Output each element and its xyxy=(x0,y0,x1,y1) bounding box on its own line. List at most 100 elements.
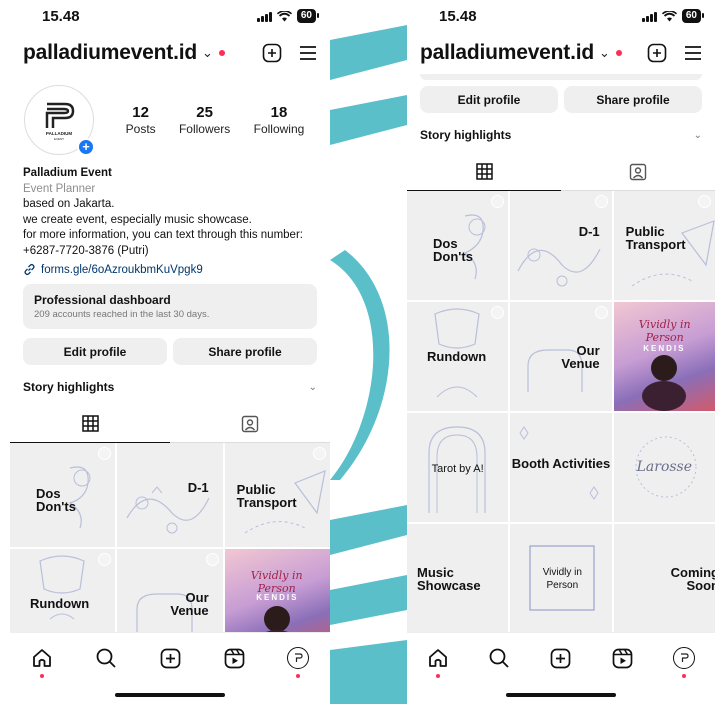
nav-profile[interactable] xyxy=(670,644,698,678)
profile-header: palladiumevent.id ⌄ xyxy=(10,32,330,74)
link-icon xyxy=(24,263,35,276)
battery-icon: 60 xyxy=(681,9,705,23)
story-highlights-label: Story highlights xyxy=(420,128,512,142)
create-button[interactable] xyxy=(262,43,282,63)
edit-profile-button[interactable]: Edit profile xyxy=(420,86,558,113)
select-circle[interactable] xyxy=(313,447,326,460)
grid-icon xyxy=(81,415,99,432)
menu-button[interactable] xyxy=(298,44,318,62)
profile-header: palladiumevent.id ⌄ xyxy=(407,32,715,74)
nav-create[interactable] xyxy=(547,644,575,672)
share-profile-button[interactable]: Share profile xyxy=(173,338,317,365)
notification-dot xyxy=(682,674,687,678)
post-tile[interactable]: Tarot by A! xyxy=(407,413,509,522)
chevron-down-icon: ⌄ xyxy=(308,381,317,393)
search-icon xyxy=(96,648,116,668)
post-title: D-1 xyxy=(578,224,600,239)
nav-home[interactable] xyxy=(424,644,452,678)
status-bar: 15.48 60 xyxy=(407,0,715,32)
post-title: Our Venue xyxy=(561,343,600,371)
hamburger-icon xyxy=(300,46,316,60)
nav-reels[interactable] xyxy=(609,644,637,672)
username[interactable]: palladiumevent.id xyxy=(23,41,197,65)
post-tile[interactable]: Public Transport xyxy=(613,191,715,300)
select-circle[interactable] xyxy=(205,553,219,566)
bio-line: based on Jakarta. xyxy=(23,198,115,210)
story-highlights-toggle[interactable]: Story highlights ⌄ xyxy=(10,369,330,405)
stat-followers[interactable]: 25 Followers xyxy=(179,104,230,136)
select-circle[interactable] xyxy=(698,195,711,208)
nav-search[interactable] xyxy=(92,644,120,672)
share-profile-button[interactable]: Share profile xyxy=(564,86,702,113)
post-tile[interactable]: Our Venue xyxy=(510,302,612,411)
post-title: Rundown xyxy=(30,596,90,611)
plus-square-icon xyxy=(262,43,282,63)
nav-home[interactable] xyxy=(28,644,56,678)
profile-link[interactable]: forms.gle/6oAzroukbmKuVpgk9 xyxy=(10,259,330,276)
post-title: Rundown xyxy=(427,349,487,364)
stat-posts[interactable]: 12 Posts xyxy=(126,104,156,136)
post-tile[interactable]: Vividly in Person KENDIS xyxy=(613,302,715,411)
signal-icon xyxy=(256,11,272,22)
edit-profile-button[interactable]: Edit profile xyxy=(23,338,167,365)
add-story-icon[interactable]: + xyxy=(77,138,95,156)
post-title: Larosse xyxy=(636,459,693,475)
nav-reels[interactable] xyxy=(220,644,248,672)
chevron-down-icon[interactable]: ⌄ xyxy=(599,45,610,61)
profile-stats: 12 Posts 25 Followers 18 Following xyxy=(114,104,316,136)
post-tile[interactable]: Booth Activities xyxy=(510,413,612,522)
hamburger-icon xyxy=(685,46,701,60)
nav-profile[interactable] xyxy=(284,644,312,678)
professional-dashboard[interactable]: Professional dashboard 209 accounts reac… xyxy=(23,284,317,329)
profile-name: Palladium Event xyxy=(23,167,112,179)
story-highlights-toggle[interactable]: Story highlights ⌄ xyxy=(407,117,715,153)
nav-search[interactable] xyxy=(485,644,513,672)
tab-grid[interactable] xyxy=(407,153,561,191)
chevron-down-icon[interactable]: ⌄ xyxy=(202,45,213,61)
dashboard-subtitle: 209 accounts reached in the last 30 days… xyxy=(34,309,210,320)
profile-link-text[interactable]: forms.gle/6oAzroukbmKuVpgk9 xyxy=(41,264,203,276)
logo-text: PALLADIUM xyxy=(46,131,72,136)
post-tile[interactable]: D-1 xyxy=(510,191,612,300)
notification-dot xyxy=(615,50,622,56)
tab-grid[interactable] xyxy=(10,405,170,443)
post-title: Public Transport xyxy=(236,482,297,510)
tab-tagged[interactable] xyxy=(561,153,715,190)
phone-screen-profile: 15.48 60 palladiumevent.id ⌄ PALLADIUM E… xyxy=(10,0,330,704)
tab-tagged[interactable] xyxy=(170,405,330,442)
status-time: 15.48 xyxy=(42,7,80,25)
search-icon xyxy=(489,648,510,668)
profile-category: Event Planner xyxy=(23,182,96,195)
plus-square-icon xyxy=(647,43,667,63)
nav-create[interactable] xyxy=(156,644,184,672)
tagged-person-icon xyxy=(629,163,647,180)
menu-button[interactable] xyxy=(683,44,703,62)
signal-icon xyxy=(641,11,657,22)
grid-icon xyxy=(475,163,493,180)
palladium-logo-icon: PALLADIUM EVENT xyxy=(45,102,75,141)
post-tile[interactable]: Music Showcase xyxy=(407,524,509,633)
post-tile[interactable]: D-1 xyxy=(117,443,223,547)
select-circle[interactable] xyxy=(594,195,608,208)
stat-following[interactable]: 18 Following xyxy=(254,104,305,136)
avatar[interactable]: PALLADIUM EVENT + xyxy=(24,85,95,156)
avatar xyxy=(673,647,696,669)
plus-square-icon xyxy=(160,648,180,668)
reels-icon xyxy=(224,648,244,668)
post-tile[interactable]: Vividly in Person xyxy=(510,524,612,633)
post-title: Tarot by A! xyxy=(431,463,484,475)
profile-tabs xyxy=(407,153,715,191)
post-tile[interactable]: Dos Don'ts xyxy=(10,443,116,547)
tagged-person-icon xyxy=(241,415,259,432)
wifi-icon xyxy=(276,10,292,21)
post-tile[interactable]: Rundown xyxy=(407,302,509,411)
select-circle[interactable] xyxy=(594,306,608,319)
status-bar: 15.48 60 xyxy=(10,0,330,32)
post-tile[interactable]: Coming Soon xyxy=(613,524,715,633)
username[interactable]: palladiumevent.id xyxy=(420,41,594,65)
post-tile[interactable]: Public Transport xyxy=(224,443,330,547)
post-tile[interactable]: Dos Don'ts xyxy=(407,191,509,300)
post-title: Coming Soon xyxy=(670,565,715,593)
post-tile[interactable]: Larosse xyxy=(613,413,715,522)
create-button[interactable] xyxy=(647,43,667,63)
